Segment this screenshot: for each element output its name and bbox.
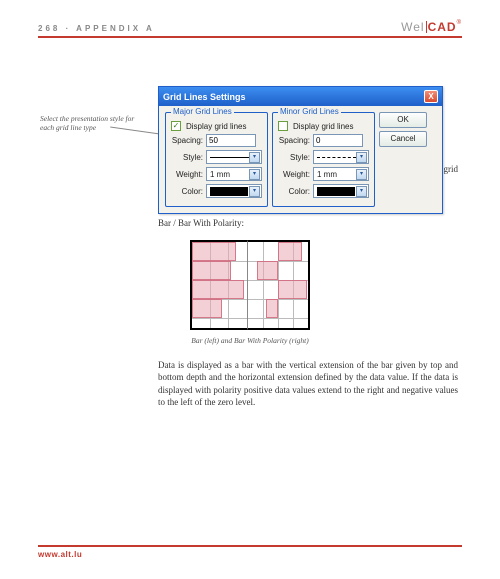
brand-post: CAD <box>428 20 457 34</box>
dialog-button-column: OK Cancel <box>379 112 427 207</box>
minor-style-select[interactable]: ▾ <box>313 150 369 164</box>
major-color-swatch <box>210 187 248 196</box>
figure-canvas <box>190 240 310 330</box>
cancel-button[interactable]: Cancel <box>379 131 427 147</box>
close-icon: X <box>428 92 433 101</box>
major-weight-value: 1 mm <box>210 170 230 179</box>
dialog-title: Grid Lines Settings <box>163 92 246 102</box>
brand-logo: Wel CAD® <box>401 20 462 34</box>
major-color-select[interactable]: ▾ <box>206 184 262 198</box>
major-style-select[interactable]: ▾ <box>206 150 262 164</box>
chevron-down-icon: ▾ <box>356 169 367 180</box>
minor-group-title: Minor Grid Lines <box>278 107 341 116</box>
minor-style-preview <box>317 151 356 163</box>
dialog-body: Major Grid Lines Display grid lines Spac… <box>159 106 442 213</box>
page-footer: www.alt.lu <box>38 545 462 559</box>
paragraph-2: Data is displayed as a bar with the vert… <box>158 359 458 408</box>
minor-display-checkbox[interactable] <box>278 121 288 131</box>
minor-display-label: Display grid lines <box>293 122 353 131</box>
minor-spacing-label: Spacing: <box>278 136 310 145</box>
minor-spacing-input[interactable] <box>313 134 363 147</box>
major-display-checkbox[interactable] <box>171 121 181 131</box>
minor-color-label: Color: <box>278 187 310 196</box>
ok-button[interactable]: OK <box>379 112 427 128</box>
minor-color-swatch <box>317 187 355 196</box>
minor-grid-lines-group: Minor Grid Lines Display grid lines Spac… <box>272 112 375 207</box>
major-spacing-input[interactable] <box>206 134 256 147</box>
grid-lines-settings-dialog: Grid Lines Settings X Major Grid Lines D… <box>158 86 443 214</box>
minor-color-select[interactable]: ▾ <box>313 184 369 198</box>
major-grid-lines-group: Major Grid Lines Display grid lines Spac… <box>165 112 268 207</box>
minor-weight-select[interactable]: 1 mm ▾ <box>313 167 369 181</box>
chevron-down-icon: ▾ <box>356 186 367 197</box>
minor-display-row[interactable]: Display grid lines <box>278 121 369 131</box>
major-weight-label: Weight: <box>171 170 203 179</box>
minor-style-label: Style: <box>278 153 310 162</box>
brand-registered: ® <box>457 20 462 26</box>
minor-weight-label: Weight: <box>278 170 310 179</box>
margin-annotation: Select the presentation style for each g… <box>40 114 135 132</box>
dialog-titlebar[interactable]: Grid Lines Settings X <box>159 87 442 106</box>
brand-bar-icon <box>426 21 427 33</box>
major-group-title: Major Grid Lines <box>171 107 234 116</box>
major-style-preview <box>210 151 249 163</box>
footer-url: www.alt.lu <box>38 550 82 559</box>
figure-left-track <box>190 240 248 330</box>
figure-right-track <box>248 240 310 330</box>
page-header: 268 · APPENDIX A Wel CAD® <box>38 20 462 38</box>
major-display-row[interactable]: Display grid lines <box>171 121 262 131</box>
close-button[interactable]: X <box>424 90 438 103</box>
figure-bar-styles: Bar (left) and Bar With Polarity (right) <box>190 240 310 345</box>
brand-pre: Wel <box>401 20 424 34</box>
chevron-down-icon: ▾ <box>249 186 260 197</box>
page-number-appendix: 268 · APPENDIX A <box>38 24 155 33</box>
major-display-label: Display grid lines <box>186 122 246 131</box>
chevron-down-icon: ▾ <box>249 169 260 180</box>
bar-heading: Bar / Bar With Polarity: <box>158 218 462 228</box>
major-style-label: Style: <box>171 153 203 162</box>
chevron-down-icon: ▾ <box>356 152 367 163</box>
major-spacing-label: Spacing: <box>171 136 203 145</box>
major-weight-select[interactable]: 1 mm ▾ <box>206 167 262 181</box>
chevron-down-icon: ▾ <box>249 152 260 163</box>
major-color-label: Color: <box>171 187 203 196</box>
minor-weight-value: 1 mm <box>317 170 337 179</box>
figure-caption: Bar (left) and Bar With Polarity (right) <box>190 336 310 345</box>
